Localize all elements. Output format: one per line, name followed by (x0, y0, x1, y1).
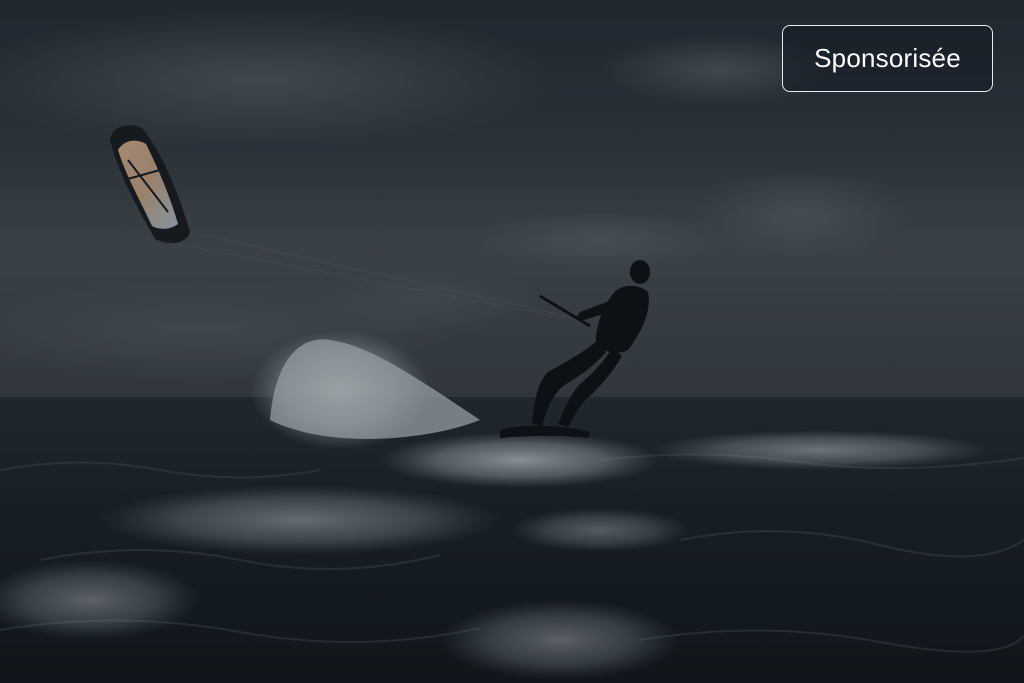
kitesurfer-photo (0, 0, 1024, 683)
sponsored-ad-card[interactable]: Sponsorisée (0, 0, 1024, 683)
sponsored-badge[interactable]: Sponsorisée (782, 25, 993, 92)
